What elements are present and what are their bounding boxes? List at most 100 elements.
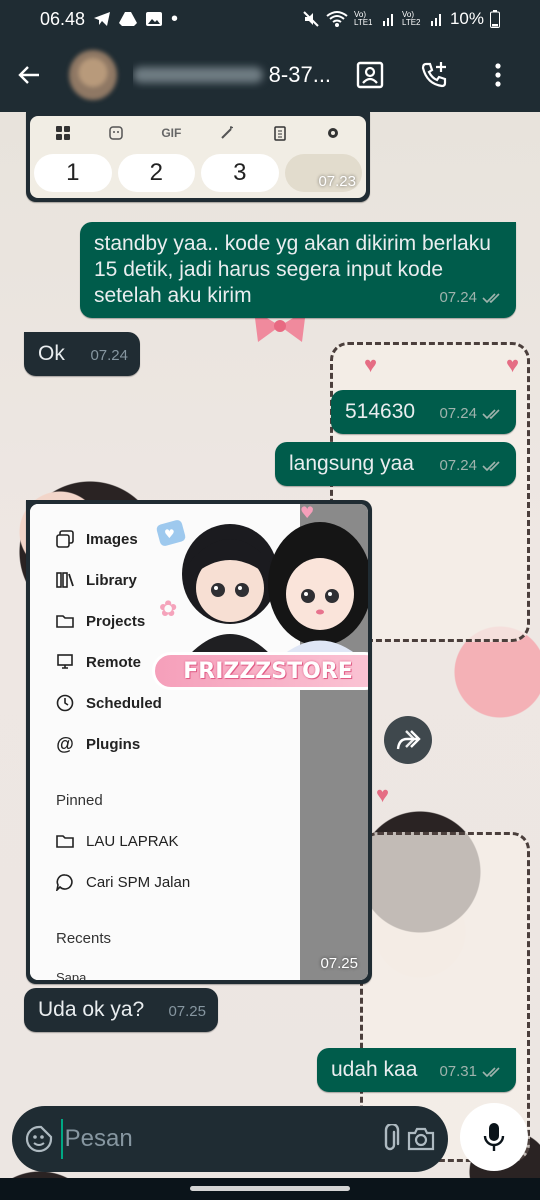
image-icon	[146, 12, 163, 26]
message-time: 07.25	[168, 1003, 206, 1020]
contact-name[interactable]: 8-37...	[132, 60, 342, 90]
library-icon	[56, 571, 74, 589]
svg-text:♥: ♥	[300, 504, 314, 522]
double-check-icon	[482, 461, 500, 472]
menu-item-label: Remote	[86, 653, 142, 671]
add-call-button[interactable]	[406, 47, 462, 103]
redacted-name	[132, 67, 263, 83]
pinned-item-label: Cari SPM Jalan	[86, 873, 191, 891]
keyboard-screenshot: GIF 1 2 3 07.23	[30, 116, 366, 198]
pinned-item: LAU LAPRAK	[56, 832, 179, 850]
message-composer	[12, 1106, 448, 1172]
sticker-watermark: FRIZZZSTORE	[152, 652, 368, 690]
drive-icon	[119, 12, 138, 26]
grid-icon	[55, 126, 70, 140]
sim2-label: Vo) LTE2	[401, 10, 421, 27]
signal-icon	[430, 14, 441, 26]
back-button[interactable]	[0, 38, 57, 112]
folder-icon	[56, 832, 74, 850]
camera-button[interactable]	[405, 1117, 436, 1161]
menu-item-projects: Projects	[56, 612, 145, 630]
emoji-button[interactable]	[24, 1117, 55, 1161]
sticker-face-icon	[26, 1125, 53, 1153]
message-meta: 07.24	[439, 401, 504, 427]
message-meta: 07.24	[439, 285, 504, 311]
message-time: 07.24	[439, 405, 477, 422]
menu-item-label: Library	[86, 571, 137, 589]
pinned-item-label: LAU LAPRAK	[86, 832, 179, 850]
key-2: 2	[117, 154, 195, 192]
at-icon: @	[56, 733, 74, 754]
image-message-menu[interactable]: Images Library Projects Remote Scheduled…	[26, 500, 372, 984]
message-time: 07.25	[320, 955, 358, 972]
message-time: 07.24	[439, 457, 477, 474]
message-meta: 07.24	[439, 453, 504, 479]
settings-icon	[328, 128, 339, 138]
dot-icon: •	[171, 7, 179, 30]
message-meta: 07.25	[168, 999, 206, 1025]
double-check-icon	[482, 409, 500, 420]
double-check-icon	[482, 293, 500, 304]
recents-heading: Recents	[56, 930, 112, 947]
attach-button[interactable]	[375, 1117, 406, 1161]
forward-icon	[396, 730, 421, 750]
svg-text:♥: ♥	[164, 527, 175, 541]
contact-avatar[interactable]	[69, 50, 117, 100]
message-time: 07.24	[90, 347, 128, 364]
status-time: 06.48	[40, 8, 86, 29]
key-1: 1	[34, 154, 112, 192]
sim1-label: Vo) LTE1	[353, 10, 373, 27]
message-time: 07.31	[439, 1063, 477, 1080]
paperclip-icon	[384, 1124, 400, 1151]
message-incoming[interactable]: Uda ok ya? 07.25	[24, 988, 218, 1032]
wifi-icon	[326, 11, 348, 27]
voice-message-button[interactable]	[460, 1103, 528, 1171]
menu-item-images: Images	[56, 530, 138, 548]
message-outgoing[interactable]: standby yaa.. kode yg akan dikirim berla…	[80, 222, 516, 318]
home-gesture-handle[interactable]	[190, 1186, 350, 1191]
menu-item-label: Images	[86, 530, 138, 548]
status-bar: 06.48 • Vo) LTE1 Vo) LTE2 10%	[0, 0, 540, 38]
message-outgoing[interactable]: 514630 07.24	[331, 390, 516, 434]
folder-icon	[56, 612, 74, 630]
battery-percent: 10%	[449, 9, 484, 28]
gif-label: GIF	[161, 126, 182, 140]
key-3: 3	[201, 154, 279, 192]
contact-name-text: 8-37...	[268, 62, 332, 87]
message-outgoing[interactable]: udah kaa 07.31	[317, 1048, 516, 1092]
image-message-keyboard[interactable]: GIF 1 2 3 07.23	[26, 112, 370, 202]
signal-icon	[382, 14, 393, 26]
message-meta: 07.31	[439, 1059, 504, 1085]
menu-item-remote: Remote	[56, 653, 141, 671]
keyboard-toolbar: GIF	[30, 116, 366, 150]
mute-icon	[303, 11, 319, 27]
contact-card-button[interactable]	[342, 47, 398, 103]
wallpaper-heart: ♥	[506, 352, 520, 377]
wallpaper-heart: ♥	[376, 782, 390, 807]
menu-screenshot: Images Library Projects Remote Scheduled…	[30, 504, 368, 980]
message-meta: 07.24	[90, 343, 128, 369]
contact-card-icon	[356, 61, 384, 89]
message-outgoing[interactable]: langsung yaa 07.24	[275, 442, 516, 486]
keyboard-keys: 1 2 3	[30, 150, 366, 196]
recents-item-partial: Sapa	[56, 970, 87, 980]
pinned-item: Cari SPM Jalan	[56, 873, 190, 891]
menu-item-label: Projects	[86, 612, 146, 630]
camera-icon	[407, 1127, 434, 1151]
message-incoming[interactable]: Ok 07.24	[24, 332, 140, 376]
images-icon	[56, 530, 74, 548]
svg-text:✿: ✿	[159, 597, 177, 622]
message-time: 07.23	[318, 173, 356, 190]
back-arrow-icon	[17, 66, 39, 84]
double-check-icon	[482, 1067, 500, 1078]
more-vert-icon	[495, 63, 501, 87]
menu-item-label: Plugins	[86, 735, 141, 753]
chat-header: 8-37...	[0, 38, 540, 112]
menu-item-scheduled: Scheduled	[56, 694, 162, 712]
more-options-button[interactable]	[470, 47, 526, 103]
remote-icon	[56, 653, 74, 671]
menu-item-plugins: @ Plugins	[56, 733, 141, 754]
forward-button[interactable]	[384, 716, 432, 764]
menu-item-library: Library	[56, 571, 137, 589]
message-input[interactable]	[60, 1119, 375, 1159]
